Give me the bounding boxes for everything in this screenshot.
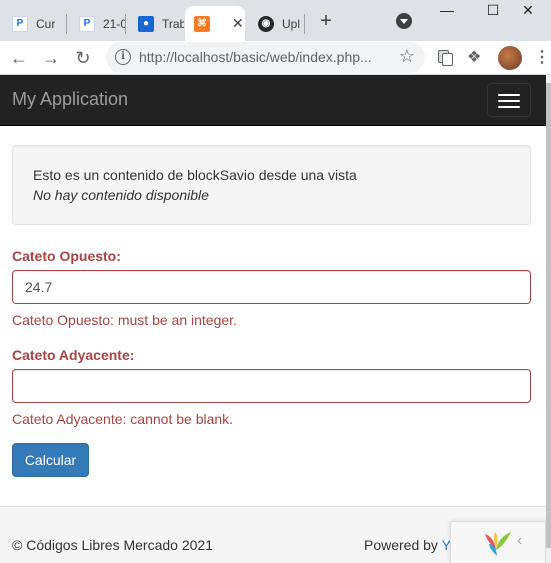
cateto-adyacente-error: Cateto Adyacente: cannot be blank. [12,411,234,427]
browser-tab[interactable]: ● Trab [126,6,184,41]
cateto-opuesto-input[interactable] [12,270,531,304]
navbar-toggle-button[interactable] [487,83,531,117]
browser-tab[interactable]: P Cur [0,6,66,41]
block-empty-text: No hay contenido disponible [33,187,209,203]
classroom-icon: ● [138,15,154,32]
cateto-adyacente-input[interactable] [12,369,531,403]
page-viewport: My Application Esto es un contenido de b… [0,75,546,563]
new-tab-button[interactable]: + [314,10,338,34]
browser-tab[interactable]: ◉ Upl [246,6,304,41]
tab-title: Trab [162,16,184,31]
reload-icon[interactable]: ↻ [70,45,96,71]
tab-title: Cur [36,16,56,31]
cateto-adyacente-label: Cateto Adyacente: [12,347,135,363]
document-icon: P [12,15,28,32]
xampp-icon: ⌘ [194,15,210,32]
block-content-panel: Esto es un contenido de blockSavio desde… [12,145,531,225]
calcular-button[interactable]: Calcular [12,443,89,477]
extensions-puzzle-icon[interactable]: ❖ [467,49,485,67]
bookmark-star-icon[interactable]: ☆ [399,46,415,67]
browser-tab[interactable]: P 21-0 [67,6,125,41]
footer-powered-by: Powered by Y [364,537,451,553]
yii-debug-toolbar[interactable]: ‹ [450,521,546,563]
tab-title: Upl [282,16,301,31]
browser-tab-strip: P Cur P 21-0 ● Trab ⌘ ✕ ◉ Upl + — ☐ ✕ [0,0,551,41]
tab-separator [304,14,305,34]
browser-tab-active[interactable]: ⌘ ✕ [185,6,245,41]
brand-link[interactable]: My Application [12,89,128,110]
back-icon[interactable]: ← [6,45,32,71]
forward-icon[interactable]: → [38,45,64,71]
minimize-icon[interactable]: — [424,0,470,22]
hamburger-icon [498,94,520,96]
hamburger-icon [498,106,520,108]
tab-search-icon[interactable] [396,13,412,29]
chevron-left-icon[interactable]: ‹ [517,532,522,550]
github-icon: ◉ [258,15,274,32]
kebab-menu-icon[interactable]: ⋮ [534,49,551,67]
block-content-text: Esto es un contenido de blockSavio desde… [33,167,357,183]
url-text[interactable]: http://localhost/basic/web/index.php... [139,49,372,65]
window-close-icon[interactable]: ✕ [505,0,551,22]
document-icon: P [79,15,95,32]
site-info-icon[interactable]: i [115,49,131,65]
tab-title: 21-0 [103,16,125,31]
navbar: My Application [0,75,546,126]
yii-logo-icon [485,532,511,556]
profile-avatar[interactable] [498,46,522,70]
powered-by-text: Powered by [364,537,442,553]
hamburger-icon [498,100,520,102]
browser-toolbar: ← → ↻ i http://localhost/basic/web/index… [0,41,551,75]
cateto-opuesto-error: Cateto Opuesto: must be an integer. [12,312,237,328]
page-scrollbar[interactable] [546,75,551,563]
copy-extension-icon[interactable] [436,49,454,67]
footer-copyright: © Códigos Libres Mercado 2021 [12,537,213,553]
close-tab-icon[interactable]: ✕ [232,15,244,32]
address-bar[interactable]: i http://localhost/basic/web/index.php..… [106,42,425,73]
scrollbar-thumb[interactable] [546,83,551,548]
cateto-opuesto-label: Cateto Opuesto: [12,248,121,264]
